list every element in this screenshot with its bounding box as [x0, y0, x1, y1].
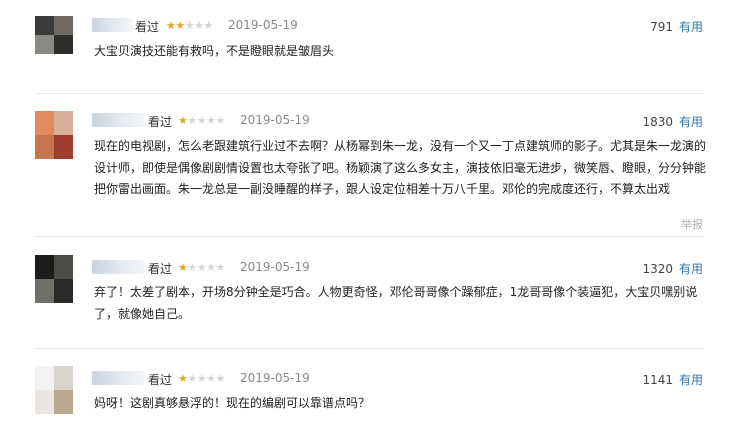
watch-status: 看过 — [148, 115, 173, 129]
useful-button[interactable]: 有用 — [679, 373, 703, 387]
vote-count: 1320 有用 — [642, 262, 703, 276]
useful-button[interactable]: 有用 — [679, 115, 703, 129]
vote-count: 1830 有用 — [642, 115, 703, 129]
review-date: 2019-05-19 — [228, 18, 298, 32]
review-text: 妈呀！这剧真够悬浮的！现在的编剧可以靠谱点吗？ — [94, 396, 371, 410]
username-link[interactable] — [92, 18, 132, 32]
avatar[interactable] — [35, 16, 73, 54]
review-date: 2019-05-19 — [240, 260, 310, 274]
review-date: 2019-05-19 — [240, 113, 310, 127]
avatar[interactable] — [35, 366, 73, 414]
watch-status: 看过 — [148, 262, 173, 276]
watch-status: 看过 — [148, 373, 173, 387]
divider — [35, 93, 705, 94]
rating-stars: ★★★★★ — [178, 372, 225, 385]
report-link[interactable]: 举报 — [681, 216, 703, 232]
vote-count: 791 有用 — [650, 20, 703, 34]
useful-button[interactable]: 有用 — [679, 20, 703, 34]
rating-stars: ★★★★★ — [178, 261, 225, 274]
username-link[interactable] — [92, 371, 144, 385]
vote-count: 1141 有用 — [642, 373, 703, 387]
review-list: 看过 ★★★★★ 2019-05-19 791 有用 大宝贝演技还能有救吗，不是瞪… — [0, 0, 743, 434]
divider — [35, 348, 705, 349]
review-date: 2019-05-19 — [240, 371, 310, 385]
username-link[interactable] — [92, 260, 144, 274]
review-text: 大宝贝演技还能有救吗，不是瞪眼就是皱眉头 — [94, 44, 335, 58]
username-link[interactable] — [92, 113, 144, 127]
useful-button[interactable]: 有用 — [679, 262, 703, 276]
rating-stars: ★★★★★ — [166, 19, 213, 32]
watch-status: 看过 — [135, 20, 160, 34]
review-text: 弃了！太差了剧本，开场8分钟全是巧合。人物更奇怪，邓伦哥哥像个躁郁症，1龙哥哥像… — [94, 285, 698, 321]
avatar[interactable] — [35, 111, 73, 159]
review-text: 现在的电视剧，怎么老跟建筑行业过不去啊？从杨幂到朱一龙，没有一个又一丁点建筑师的… — [94, 139, 707, 196]
rating-stars: ★★★★★ — [178, 114, 225, 127]
divider — [35, 236, 705, 237]
avatar[interactable] — [35, 255, 73, 303]
